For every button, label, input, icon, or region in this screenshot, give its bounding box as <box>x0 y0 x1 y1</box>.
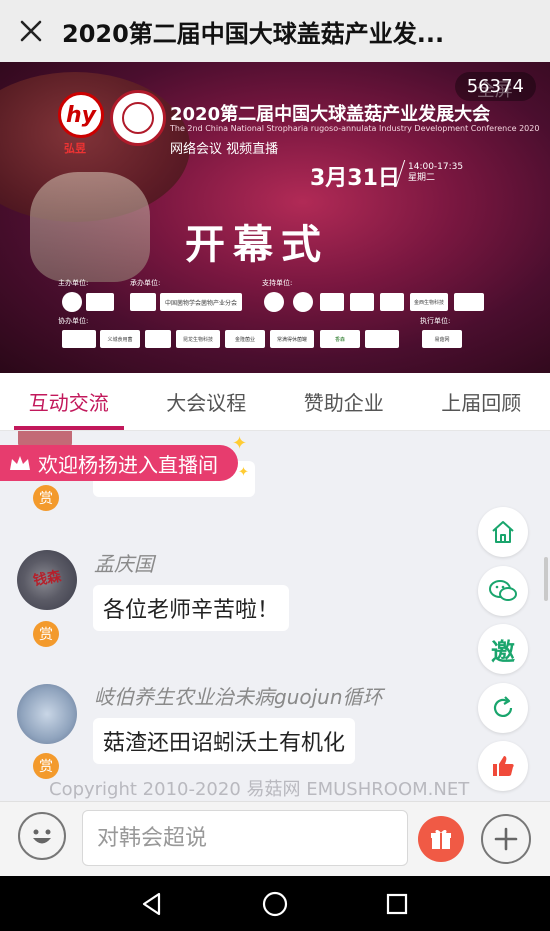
sponsor-logo <box>145 330 171 348</box>
gift-button[interactable] <box>418 816 464 862</box>
conference-date: 3月31日 <box>310 166 400 191</box>
executor-label: 执行单位: <box>420 317 451 325</box>
weekday: 星期二 <box>408 173 436 183</box>
more-button[interactable] <box>481 814 531 864</box>
sponsor-logo-organizer: 中国菌物学会菌物产业分会 <box>160 293 242 311</box>
message-bubble: 各位老师辛苦啦！ <box>93 585 290 631</box>
top-bar: 2020第二届中国大球盖菇产业发... <box>0 0 550 62</box>
sponsor-logo <box>62 330 96 348</box>
refresh-icon <box>493 696 513 717</box>
video-player[interactable]: 56374 全屏 hy 弘昱 2020第二届中国大球盖菇产业发展大会 The 2… <box>0 62 550 373</box>
like-button[interactable] <box>478 741 528 791</box>
viewer-count-badge[interactable]: 56374 全屏 <box>454 72 536 102</box>
avatar-text: 钱森 <box>31 568 63 590</box>
sponsor-logo <box>62 292 82 312</box>
sponsor-logo-yicheng: 义城食用菌 <box>100 330 140 348</box>
welcome-banner: 欢迎杨扬进入直播间 <box>0 445 238 481</box>
tab-sponsors[interactable]: 赞助企业 <box>275 373 413 430</box>
opening-ceremony-title: 开幕式 <box>185 222 329 268</box>
conference-subtitle: 网络会议 视频直播 <box>170 142 279 157</box>
sponsor-logo <box>320 293 344 311</box>
tab-interaction[interactable]: 互动交流 <box>0 373 138 430</box>
sponsor-logo <box>130 293 156 311</box>
message-nickname: 孟庆国 <box>94 552 154 576</box>
wechat-icon <box>489 580 517 601</box>
welcome-text: 欢迎杨扬进入直播间 <box>38 452 218 477</box>
tab-bar: 互动交流 大会议程 赞助企业 上届回顾 <box>0 373 550 431</box>
sponsor-logo-changman: 常满得休菌罐 <box>270 330 314 348</box>
reward-badge[interactable]: 赏 <box>33 621 59 647</box>
sponsor-logo <box>293 292 313 312</box>
fullscreen-label[interactable]: 全屏 <box>477 76 513 102</box>
system-navigation-bar <box>0 876 550 931</box>
hongyu-logo-sub: 弘昱 <box>64 142 86 155</box>
invite-label: 邀 <box>491 637 515 666</box>
organizer-label: 承办单位: <box>130 279 161 287</box>
live-stream-page: 2020第二届中国大球盖菇产业发... 56374 全屏 hy 弘昱 2020第… <box>0 0 550 931</box>
emoji-button[interactable] <box>18 812 66 860</box>
conference-title-en: The 2nd China National Stropharia rugoso… <box>170 124 540 133</box>
sponsor-logo-emushroom <box>86 293 114 311</box>
refresh-button[interactable] <box>478 683 528 733</box>
home-icon <box>492 521 514 543</box>
sponsor-logo <box>380 293 404 311</box>
message-bubble: 菇渣还田诏蚓沃土有机化 <box>93 718 356 764</box>
sponsor-logo-jinlong: 金隆菌业 <box>225 330 265 348</box>
close-button[interactable] <box>0 0 62 62</box>
sponsor-logo <box>350 293 374 311</box>
support-label: 支持单位: <box>262 279 293 287</box>
co-organizer-label: 协办单位: <box>58 317 89 325</box>
sponsor-logo-jinxi: 金西生物科技 <box>410 293 448 311</box>
emoji-icon <box>33 829 51 844</box>
thumbs-up-icon <box>493 756 514 776</box>
home-button[interactable] <box>478 507 528 557</box>
sparkle-icon: ✦ <box>238 465 249 480</box>
page-title: 2020第二届中国大球盖菇产业发... <box>62 19 445 48</box>
time-range: 14:00-17:35 <box>408 162 464 172</box>
sponsor-logo-emushroom-exec: 易菇网 <box>422 330 462 348</box>
invite-button[interactable]: 邀 <box>478 624 528 674</box>
chat-input[interactable] <box>82 810 408 866</box>
back-triangle-icon <box>142 892 161 916</box>
gift-icon <box>431 829 451 849</box>
avatar[interactable]: 钱森 <box>17 550 77 610</box>
message-nickname: 岐伯养生农业治未病guojun循环 <box>94 685 383 709</box>
sponsor-logo-kunlong: 昆龙生物科技 <box>176 330 220 348</box>
sparkle-icon: ✦ <box>232 433 248 454</box>
tab-previous-review[interactable]: 上届回顾 <box>413 373 550 430</box>
sponsor-logo-xiangsen: 香森 <box>320 330 360 348</box>
copyright-text: Copyright 2010-2020 易菇网 EMUSHROOM.NET <box>49 779 470 800</box>
back-button[interactable] <box>134 886 170 922</box>
host-label: 主办单位: <box>58 279 89 287</box>
home-nav-button[interactable] <box>257 886 293 922</box>
scrollbar[interactable] <box>544 557 548 601</box>
plus-icon <box>494 827 518 851</box>
chat-area[interactable]: 赏 欢迎杨扬进入直播间 ✦ ✦ 钱森 赏 孟庆国 各位老师辛苦啦！ 赏 岐伯养生… <box>0 431 550 801</box>
sponsor-logo <box>454 293 484 311</box>
recents-square-icon <box>386 893 408 915</box>
avatar[interactable] <box>17 684 77 744</box>
sponsor-logo <box>365 330 399 348</box>
association-logo <box>110 90 166 146</box>
crown-icon <box>10 456 30 470</box>
hongyu-logo: hy <box>58 92 104 138</box>
conference-title: 2020第二届中国大球盖菇产业发展大会 <box>170 104 491 125</box>
mushroom-stem-image <box>30 172 150 282</box>
close-icon <box>20 20 42 42</box>
conference-time: 14:00-17:35 星期二 <box>408 162 463 184</box>
tab-agenda[interactable]: 大会议程 <box>138 373 276 430</box>
reward-badge[interactable]: 赏 <box>33 485 59 511</box>
sponsor-logo <box>264 292 284 312</box>
recents-button[interactable] <box>379 886 415 922</box>
home-circle-icon <box>262 891 288 917</box>
wechat-share-button[interactable] <box>478 566 528 616</box>
input-bar <box>0 801 550 876</box>
